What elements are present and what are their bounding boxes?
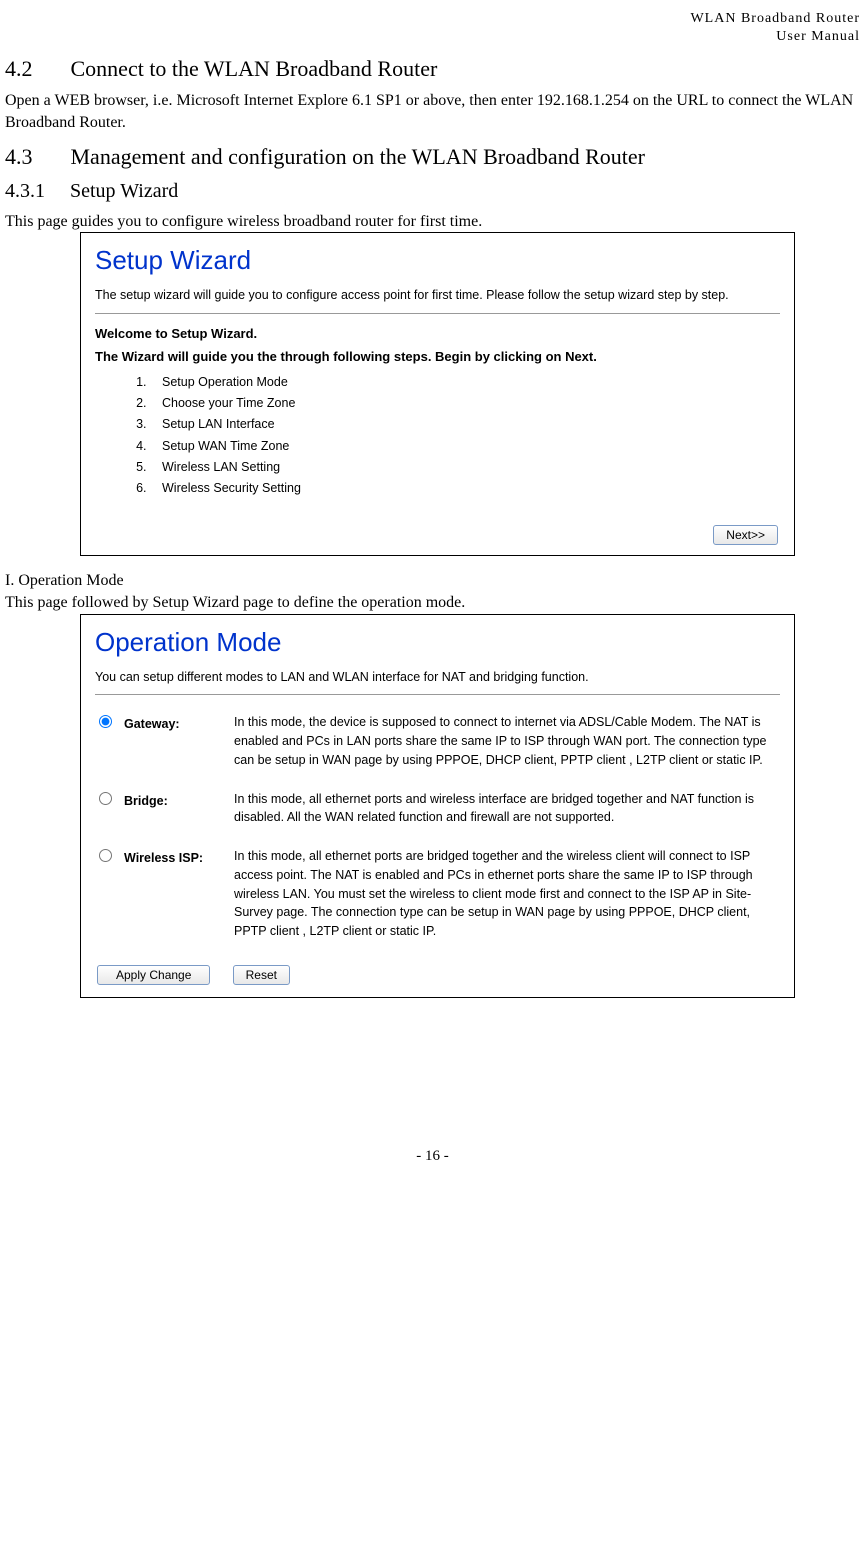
bridge-label: Bridge:	[120, 784, 230, 842]
header-line-1: WLAN Broadband Router	[690, 11, 860, 26]
section-number: 4.3.1	[5, 180, 65, 203]
bridge-radio[interactable]	[99, 792, 112, 805]
setup-wizard-instruction: The Wizard will guide you the through fo…	[95, 349, 780, 364]
wireless-isp-desc: In this mode, all ethernet ports are bri…	[230, 841, 780, 955]
operation-mode-heading: I. Operation Mode	[5, 570, 860, 592]
setup-wizard-screenshot: Setup Wizard The setup wizard will guide…	[80, 232, 795, 556]
next-button[interactable]: Next>>	[713, 525, 778, 545]
step-item: Wireless LAN Setting	[150, 457, 780, 478]
section-4-2-body: Open a WEB browser, i.e. Microsoft Inter…	[5, 90, 860, 133]
wireless-isp-radio[interactable]	[99, 849, 112, 862]
page-footer: - 16 -	[5, 1148, 860, 1175]
section-title: Management and configuration on the WLAN…	[71, 144, 646, 169]
option-row-wireless-isp: Wireless ISP: In this mode, all ethernet…	[95, 841, 780, 955]
heading-4-2: 4.2 Connect to the WLAN Broadband Router	[5, 56, 860, 82]
operation-mode-desc: You can setup different modes to LAN and…	[95, 668, 780, 687]
section-number: 4.2	[5, 56, 65, 82]
bridge-desc: In this mode, all ethernet ports and wir…	[230, 784, 780, 842]
operation-mode-options: Gateway: In this mode, the device is sup…	[95, 707, 780, 955]
operation-mode-title: Operation Mode	[95, 627, 780, 658]
operation-mode-intro: This page followed by Setup Wizard page …	[5, 592, 860, 614]
section-number: 4.3	[5, 144, 65, 170]
operation-mode-screenshot: Operation Mode You can setup different m…	[80, 614, 795, 998]
step-item: Setup Operation Mode	[150, 372, 780, 393]
gateway-desc: In this mode, the device is supposed to …	[230, 707, 780, 783]
gateway-label: Gateway:	[120, 707, 230, 783]
setup-wizard-steps: Setup Operation Mode Choose your Time Zo…	[150, 372, 780, 500]
gateway-radio[interactable]	[99, 715, 112, 728]
step-item: Wireless Security Setting	[150, 478, 780, 499]
apply-change-button[interactable]: Apply Change	[97, 965, 210, 985]
section-title: Connect to the WLAN Broadband Router	[71, 56, 438, 81]
option-row-bridge: Bridge: In this mode, all ethernet ports…	[95, 784, 780, 842]
option-row-gateway: Gateway: In this mode, the device is sup…	[95, 707, 780, 783]
setup-wizard-title: Setup Wizard	[95, 245, 780, 276]
step-item: Choose your Time Zone	[150, 393, 780, 414]
separator	[95, 313, 780, 314]
wireless-isp-label: Wireless ISP:	[120, 841, 230, 955]
setup-wizard-desc: The setup wizard will guide you to confi…	[95, 286, 780, 305]
heading-4-3: 4.3 Management and configuration on the …	[5, 144, 860, 170]
section-4-3-1-intro: This page guides you to configure wirele…	[5, 211, 860, 233]
separator	[95, 694, 780, 695]
page-number: - 16 -	[416, 1148, 449, 1164]
header-line-2: User Manual	[776, 29, 860, 44]
reset-button[interactable]: Reset	[233, 965, 290, 985]
step-item: Setup WAN Time Zone	[150, 436, 780, 457]
setup-wizard-welcome: Welcome to Setup Wizard.	[95, 326, 780, 341]
step-item: Setup LAN Interface	[150, 414, 780, 435]
section-title: Setup Wizard	[70, 180, 178, 202]
heading-4-3-1: 4.3.1 Setup Wizard	[5, 180, 860, 203]
document-header: WLAN Broadband Router User Manual	[5, 10, 860, 46]
